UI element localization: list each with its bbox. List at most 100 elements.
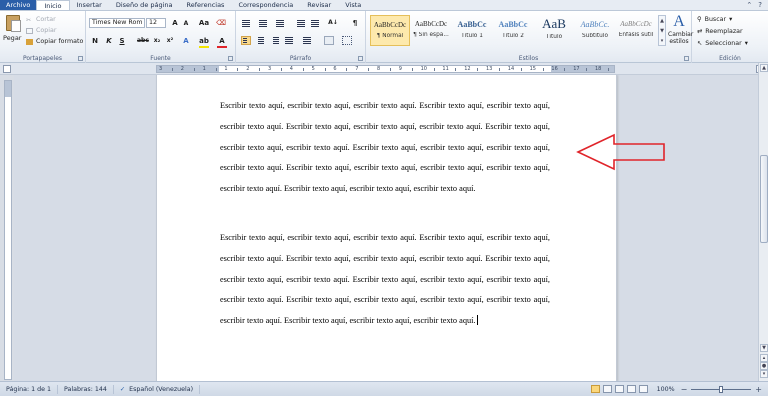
borders-icon[interactable] <box>342 36 352 45</box>
justify-icon[interactable] <box>284 36 294 45</box>
zoom-slider[interactable] <box>691 385 752 393</box>
change-case-icon[interactable]: Aa <box>198 18 210 28</box>
tab-mailings[interactable]: Correspondencia <box>231 0 300 10</box>
scroll-up-icon[interactable]: ▲ <box>760 64 768 72</box>
styles-gallery-scroll[interactable]: ▲ ▼ ▾ <box>658 15 666 46</box>
tab-references[interactable]: Referencias <box>180 0 232 10</box>
bold-icon[interactable]: N <box>91 36 99 46</box>
ruler-number: 10 <box>420 66 427 72</box>
draft-view-icon[interactable] <box>638 385 648 393</box>
paste-icon[interactable] <box>6 15 21 32</box>
align-left-icon[interactable] <box>241 36 251 45</box>
tab-selector[interactable] <box>3 65 11 73</box>
tab-insert[interactable]: Insertar <box>70 0 109 10</box>
copy-button[interactable]: Copiar <box>26 27 56 34</box>
brush-icon <box>26 38 33 45</box>
scroll-down-icon[interactable]: ▼ <box>760 344 768 352</box>
ruler-tick <box>193 68 195 71</box>
text-effects-icon[interactable]: A <box>181 36 191 46</box>
web-layout-icon[interactable] <box>614 385 624 393</box>
style-title[interactable]: AaB Título <box>534 15 574 46</box>
style-normal[interactable]: AaBbCcDc ¶ Normal <box>370 15 410 46</box>
find-button[interactable]: ⚲ Buscar ▾ <box>697 16 732 23</box>
format-painter-button[interactable]: Copiar formato <box>26 38 83 45</box>
highlight-icon[interactable]: ab <box>199 36 209 48</box>
vertical-ruler[interactable] <box>4 80 12 380</box>
underline-icon[interactable]: S <box>118 36 126 46</box>
increase-indent-icon[interactable] <box>310 19 320 28</box>
tab-file[interactable]: Archivo <box>0 0 37 10</box>
ruler-number: 16 <box>551 66 558 72</box>
tab-home[interactable]: Inicio <box>36 0 70 10</box>
zoom-slider-thumb[interactable] <box>719 385 724 393</box>
tab-page-layout[interactable]: Diseño de página <box>109 0 180 10</box>
numbering-icon[interactable] <box>258 19 268 28</box>
language-indicator[interactable]: ✓ Español (Venezuela) <box>114 384 201 394</box>
clear-format-icon[interactable]: ⌫ <box>216 18 226 28</box>
ruler-number: 9 <box>398 66 402 72</box>
next-page-icon[interactable]: ▾ <box>760 370 768 378</box>
zoom-out-icon[interactable]: − <box>681 385 688 394</box>
style-subtle-emphasis[interactable]: AaBbCcDc Énfasis sutil <box>616 15 656 46</box>
multilevel-list-icon[interactable] <box>275 19 285 28</box>
paste-button[interactable]: Pegar <box>3 34 21 42</box>
scroll-thumb[interactable] <box>760 155 768 243</box>
cut-button[interactable]: ✂ Cortar <box>26 16 56 24</box>
style-heading-2[interactable]: AaBbCc Título 2 <box>493 15 533 46</box>
clipboard-dialog-launcher[interactable] <box>78 56 83 61</box>
select-button[interactable]: ↖ Seleccionar ▾ <box>697 40 748 47</box>
italic-icon[interactable]: K <box>105 36 113 46</box>
style-no-spacing[interactable]: AaBbCcDc ¶ Sin espa... <box>411 15 451 46</box>
editing-group-label: Edición <box>719 55 741 62</box>
page-count[interactable]: Página: 1 de 1 <box>0 384 58 394</box>
body-paragraph-2[interactable]: Escribir texto aquí, escribir texto aquí… <box>220 228 550 332</box>
style-subtitle[interactable]: AaBbCc. Subtítulo <box>575 15 615 46</box>
status-bar: Página: 1 de 1 Palabras: 144 ✓ Español (… <box>0 381 768 396</box>
subscript-icon[interactable]: x₂ <box>152 36 162 46</box>
align-right-icon[interactable] <box>270 36 280 45</box>
ruler-number: 2 <box>180 66 184 72</box>
help-icon[interactable]: ? <box>758 1 762 9</box>
document-page[interactable]: Escribir texto aquí, escribir texto aquí… <box>156 75 617 381</box>
align-center-icon[interactable] <box>256 36 266 45</box>
bullets-icon[interactable] <box>241 19 251 28</box>
ruler-number: 15 <box>529 66 536 72</box>
font-name-box[interactable]: Times New Rom <box>89 18 145 28</box>
print-layout-view-icon[interactable] <box>590 385 600 393</box>
show-marks-icon[interactable]: ¶ <box>351 18 359 28</box>
font-size-box[interactable]: 12 <box>146 18 166 28</box>
zoom-in-icon[interactable]: + <box>755 385 762 394</box>
outline-view-icon[interactable] <box>626 385 636 393</box>
body-paragraph-1[interactable]: Escribir texto aquí, escribir texto aquí… <box>220 96 550 200</box>
word-count[interactable]: Palabras: 144 <box>58 384 114 394</box>
browse-object-icon[interactable]: ● <box>760 362 768 370</box>
ruler-tick <box>498 68 500 71</box>
font-color-icon[interactable]: A <box>217 36 227 48</box>
superscript-icon[interactable]: x² <box>165 36 175 46</box>
sort-icon[interactable]: A↓ <box>328 18 338 28</box>
grow-font-icon[interactable]: A <box>170 18 180 28</box>
font-dialog-launcher[interactable] <box>228 56 233 61</box>
style-heading-1[interactable]: AaBbCc Título 1 <box>452 15 492 46</box>
replace-button[interactable]: ⇄ Reemplazar <box>697 28 743 35</box>
line-spacing-icon[interactable] <box>302 36 312 45</box>
full-screen-reading-icon[interactable] <box>602 385 612 393</box>
shrink-font-icon[interactable]: A <box>182 19 190 29</box>
tab-view[interactable]: Vista <box>338 0 368 10</box>
previous-page-icon[interactable]: ▴ <box>760 354 768 362</box>
font-group-label: Fuente <box>150 55 171 62</box>
ruler-tick <box>302 68 304 71</box>
copy-icon <box>26 27 33 34</box>
vertical-scrollbar[interactable]: ▲ ▼ ▴ ● ▾ <box>758 63 768 381</box>
horizontal-ruler[interactable]: 3 2 1 1 2 3 4 5 6 7 8 9 10 11 12 13 14 15 16 17 18 <box>156 65 615 73</box>
ruler-tick <box>586 68 588 71</box>
change-styles-button[interactable]: A Cambiar estilos <box>668 13 693 45</box>
decrease-indent-icon[interactable] <box>296 19 306 28</box>
tab-review[interactable]: Revisar <box>300 0 338 10</box>
shading-icon[interactable] <box>324 36 334 45</box>
zoom-level[interactable]: 100% <box>651 385 681 394</box>
paragraph-dialog-launcher[interactable] <box>358 56 363 61</box>
minimize-ribbon-icon[interactable]: ⌃ <box>746 1 752 9</box>
strikethrough-icon[interactable]: abc <box>137 36 149 46</box>
styles-dialog-launcher[interactable] <box>684 56 689 61</box>
